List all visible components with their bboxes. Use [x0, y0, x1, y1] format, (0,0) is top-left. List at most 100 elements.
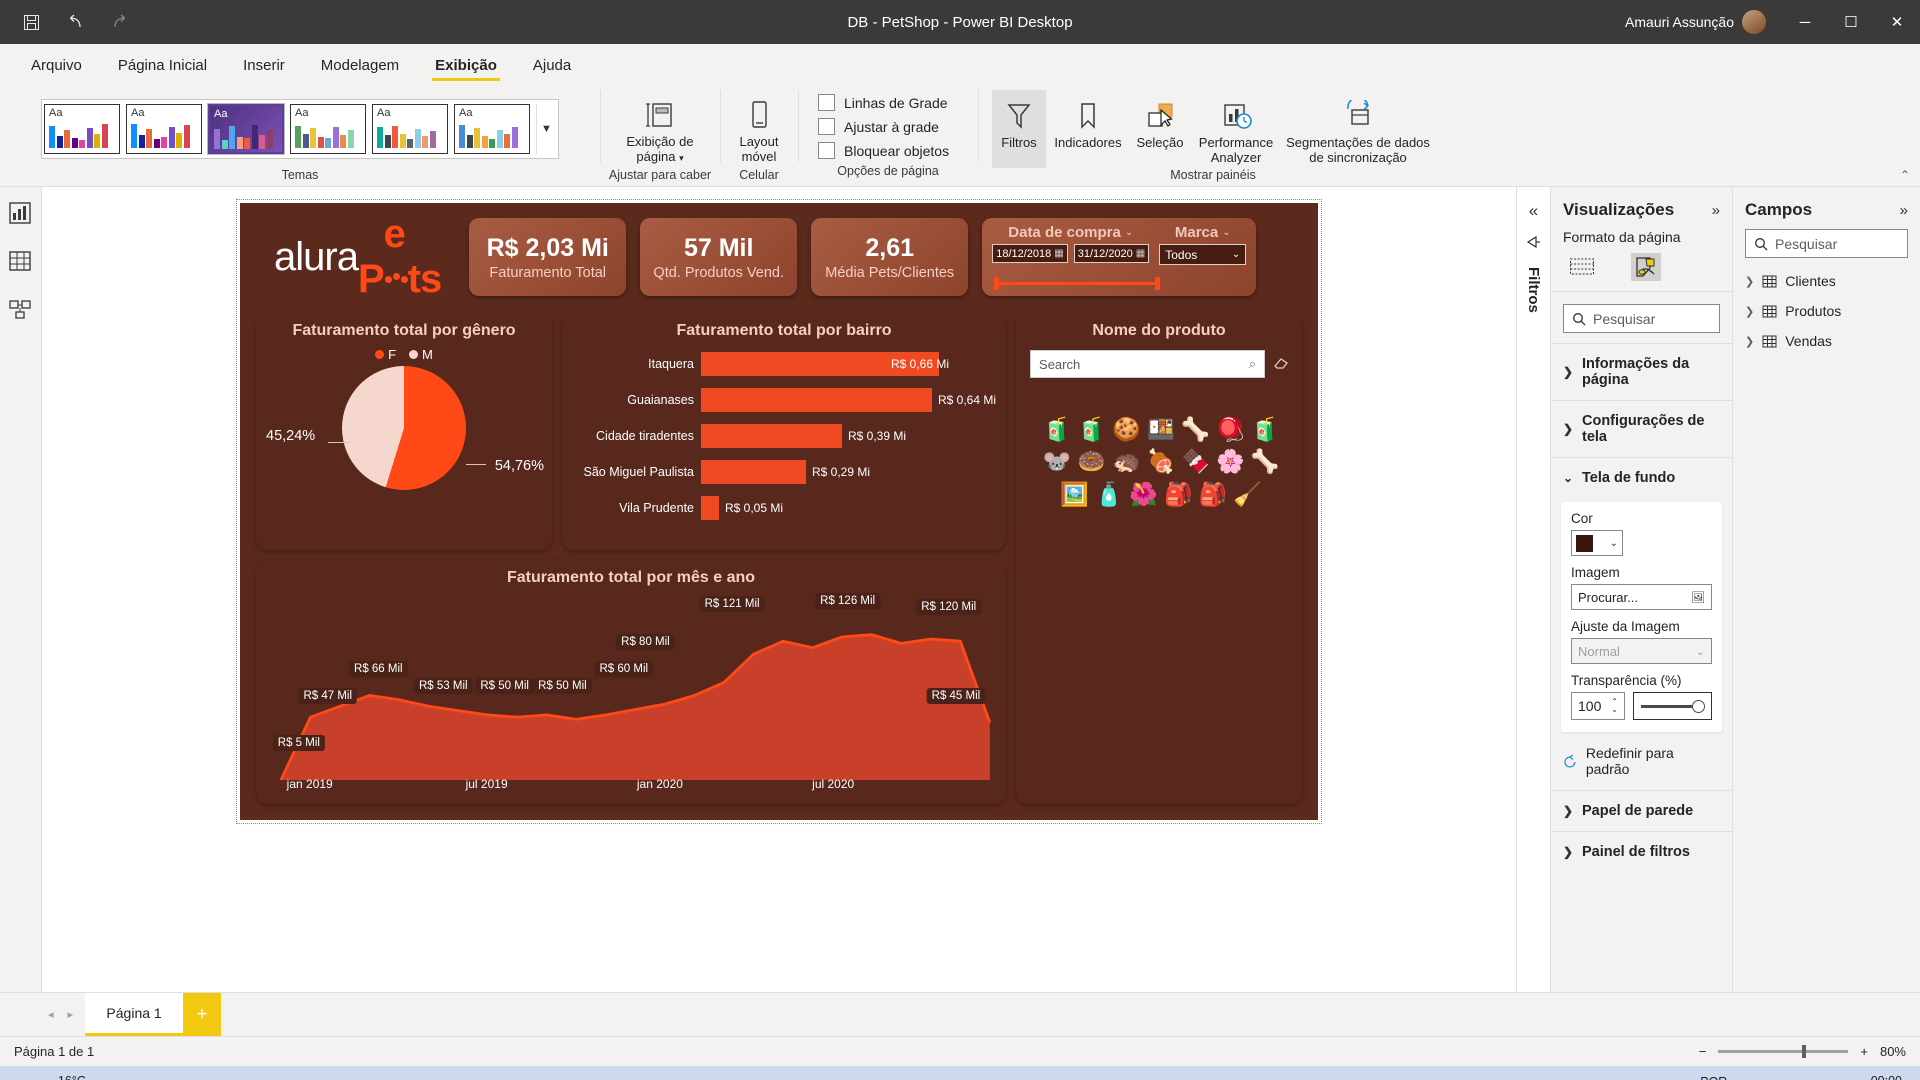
section-configuracoes-de-tela[interactable]: ❯ Configurações de tela: [1551, 400, 1732, 457]
product-item[interactable]: 🌸: [1216, 448, 1245, 474]
product-item[interactable]: 🌺: [1129, 481, 1158, 507]
add-page-button[interactable]: +: [183, 993, 222, 1036]
tab-inserir[interactable]: Inserir: [226, 48, 302, 82]
date-start-input[interactable]: 18/12/2018 ▦: [992, 244, 1068, 263]
chart-pie-genero[interactable]: Faturamento total por gênero F M 45,24% …: [256, 313, 552, 551]
kpi-card-qtd-produtos[interactable]: 57 Mil Qtd. Produtos Vend.: [640, 218, 798, 296]
background-color-picker[interactable]: ⌄: [1571, 530, 1623, 556]
chevron-down-icon[interactable]: ⌄: [1222, 227, 1230, 238]
panel-button-performance-analyzer[interactable]: Performance Analyzer: [1192, 90, 1280, 168]
bar-fill[interactable]: [701, 388, 932, 412]
date-filter[interactable]: Data de compra ⌄ 18/12/2018 ▦ 31/12/2020: [992, 224, 1161, 290]
stepper-arrows-icon[interactable]: ⌃ ⌄: [1611, 698, 1618, 714]
save-icon[interactable]: [18, 9, 44, 35]
panel-button-sync-slicers[interactable]: Segmentações de dados de sincronização: [1282, 90, 1434, 168]
theme-card-1[interactable]: Aa: [44, 104, 120, 154]
slider-knob[interactable]: [1692, 699, 1705, 713]
calendar-icon[interactable]: ▦: [1136, 248, 1145, 259]
filters-collapsed-rail[interactable]: « Filtros: [1516, 187, 1550, 992]
product-item[interactable]: 🧃: [1077, 416, 1106, 442]
fields-icon[interactable]: [1567, 253, 1597, 281]
product-item[interactable]: 🧴: [1095, 481, 1124, 507]
weather-widget[interactable]: 🌙 16°C Limpo: [10, 1074, 92, 1080]
theme-gallery[interactable]: Aa Aa Aa Aa Aa Aa ▼: [41, 99, 559, 159]
product-item[interactable]: 🦴: [1181, 416, 1210, 442]
theme-gallery-more-button[interactable]: ▼: [536, 104, 556, 154]
tab-modelagem[interactable]: Modelagem: [304, 48, 416, 82]
report-canvas[interactable]: alura Pe ts R$ 2,03 Mi Faturamento Total …: [240, 203, 1318, 820]
product-item[interactable]: 🍫: [1181, 448, 1210, 474]
slider-handle-left[interactable]: [994, 277, 1000, 290]
maximize-button[interactable]: ☐: [1828, 0, 1874, 44]
checkbox-snap-to-grid[interactable]: [818, 118, 835, 135]
chevron-down-icon[interactable]: ⌄: [1610, 538, 1618, 549]
browse-image-icon[interactable]: 🖼: [1691, 591, 1705, 604]
bar-fill[interactable]: [701, 424, 842, 448]
product-item[interactable]: 🖼️: [1060, 481, 1089, 507]
avatar[interactable]: [1742, 10, 1766, 34]
product-item[interactable]: 🧃: [1043, 416, 1072, 442]
mobile-layout-button[interactable]: Layout móvel: [724, 89, 794, 165]
model-view-icon[interactable]: [8, 297, 34, 323]
transparency-slider[interactable]: [1633, 692, 1712, 720]
checkbox-lock-objects[interactable]: [818, 142, 835, 159]
minimize-button[interactable]: ─: [1782, 0, 1828, 44]
field-table-vendas[interactable]: ❯ Vendas: [1733, 326, 1920, 356]
search-icon[interactable]: ⌕: [1249, 356, 1256, 372]
theme-card-6[interactable]: Aa: [454, 104, 530, 154]
visualizations-search-input[interactable]: Pesquisar: [1563, 304, 1720, 333]
bar-fill[interactable]: [701, 460, 806, 484]
product-item[interactable]: 🎒: [1164, 481, 1193, 507]
next-page-icon[interactable]: ▸: [68, 1008, 74, 1021]
pin-icon[interactable]: [1526, 235, 1541, 253]
checkbox-row-snap-to-grid[interactable]: Ajustar à grade: [818, 118, 949, 135]
kpi-card-faturamento-total[interactable]: R$ 2,03 Mi Faturamento Total: [469, 218, 627, 296]
slider-handle-right[interactable]: [1155, 277, 1161, 290]
transparency-stepper[interactable]: 100 ⌃ ⌄: [1571, 692, 1625, 720]
bar-row[interactable]: Vila Prudente R$ 0,05 Mi: [570, 496, 996, 520]
tab-exibicao[interactable]: Exibição: [418, 48, 514, 82]
product-item[interactable]: 🪀: [1216, 416, 1245, 442]
product-item[interactable]: 🍖: [1147, 448, 1176, 474]
language-indicator[interactable]: POR PTB2: [1698, 1075, 1729, 1080]
legend-item-f[interactable]: F: [375, 347, 396, 362]
collapse-fields-icon[interactable]: »: [1900, 202, 1908, 219]
clock[interactable]: 00:00 02/07/2022: [1839, 1074, 1902, 1080]
fields-search-input[interactable]: Pesquisar: [1745, 229, 1908, 258]
close-button[interactable]: ✕: [1874, 0, 1920, 44]
section-papel-de-parede[interactable]: ❯ Papel de parede: [1551, 790, 1732, 831]
zoom-out-button[interactable]: −: [1699, 1044, 1707, 1059]
tab-arquivo[interactable]: Arquivo: [14, 48, 99, 82]
panel-button-filtros[interactable]: Filtros: [992, 90, 1046, 168]
product-item[interactable]: 🧹: [1233, 481, 1262, 507]
brand-select[interactable]: Todos ⌄: [1159, 244, 1247, 265]
expand-filters-icon[interactable]: «: [1529, 201, 1538, 221]
date-range-slider[interactable]: [994, 277, 1161, 290]
collapse-visualizations-icon[interactable]: »: [1712, 202, 1720, 219]
theme-card-3-selected[interactable]: Aa: [207, 103, 285, 155]
chevron-down-icon[interactable]: ⌄: [1232, 249, 1240, 260]
format-paint-icon[interactable]: [1631, 253, 1661, 281]
brand-filter[interactable]: Marca ⌄ Todos ⌄: [1159, 224, 1247, 290]
product-item[interactable]: 🍪: [1112, 416, 1141, 442]
product-item[interactable]: 🦔: [1112, 448, 1141, 474]
tab-pagina-inicial[interactable]: Página Inicial: [101, 48, 224, 82]
pie-slices[interactable]: [342, 366, 466, 490]
background-image-fit-select[interactable]: Normal ⌄: [1571, 638, 1712, 664]
kpi-card-media-pets[interactable]: 2,61 Média Pets/Clientes: [811, 218, 969, 296]
chart-area-mes-ano[interactable]: Faturamento total por mês e ano R$ 5 Mil…: [256, 560, 1007, 804]
zoom-in-button[interactable]: +: [1860, 1044, 1868, 1059]
report-view-icon[interactable]: [8, 201, 34, 227]
bar-fill[interactable]: [701, 496, 719, 520]
chevron-right-icon[interactable]: ❯: [1745, 305, 1754, 318]
chevron-right-icon[interactable]: ❯: [1745, 335, 1754, 348]
tab-ajuda[interactable]: Ajuda: [516, 48, 588, 82]
collapse-ribbon-button[interactable]: ⌃: [1900, 168, 1910, 182]
chevron-down-icon[interactable]: ⌄: [1125, 227, 1133, 238]
checkbox-gridlines[interactable]: [818, 94, 835, 111]
checkbox-row-lock-objects[interactable]: Bloquear objetos: [818, 142, 949, 159]
product-item[interactable]: 🎒: [1199, 481, 1228, 507]
undo-icon[interactable]: [62, 9, 88, 35]
chart-bar-bairro[interactable]: Faturamento total por bairro Itaquera R$…: [562, 313, 1007, 551]
theme-card-4[interactable]: Aa: [290, 104, 366, 154]
